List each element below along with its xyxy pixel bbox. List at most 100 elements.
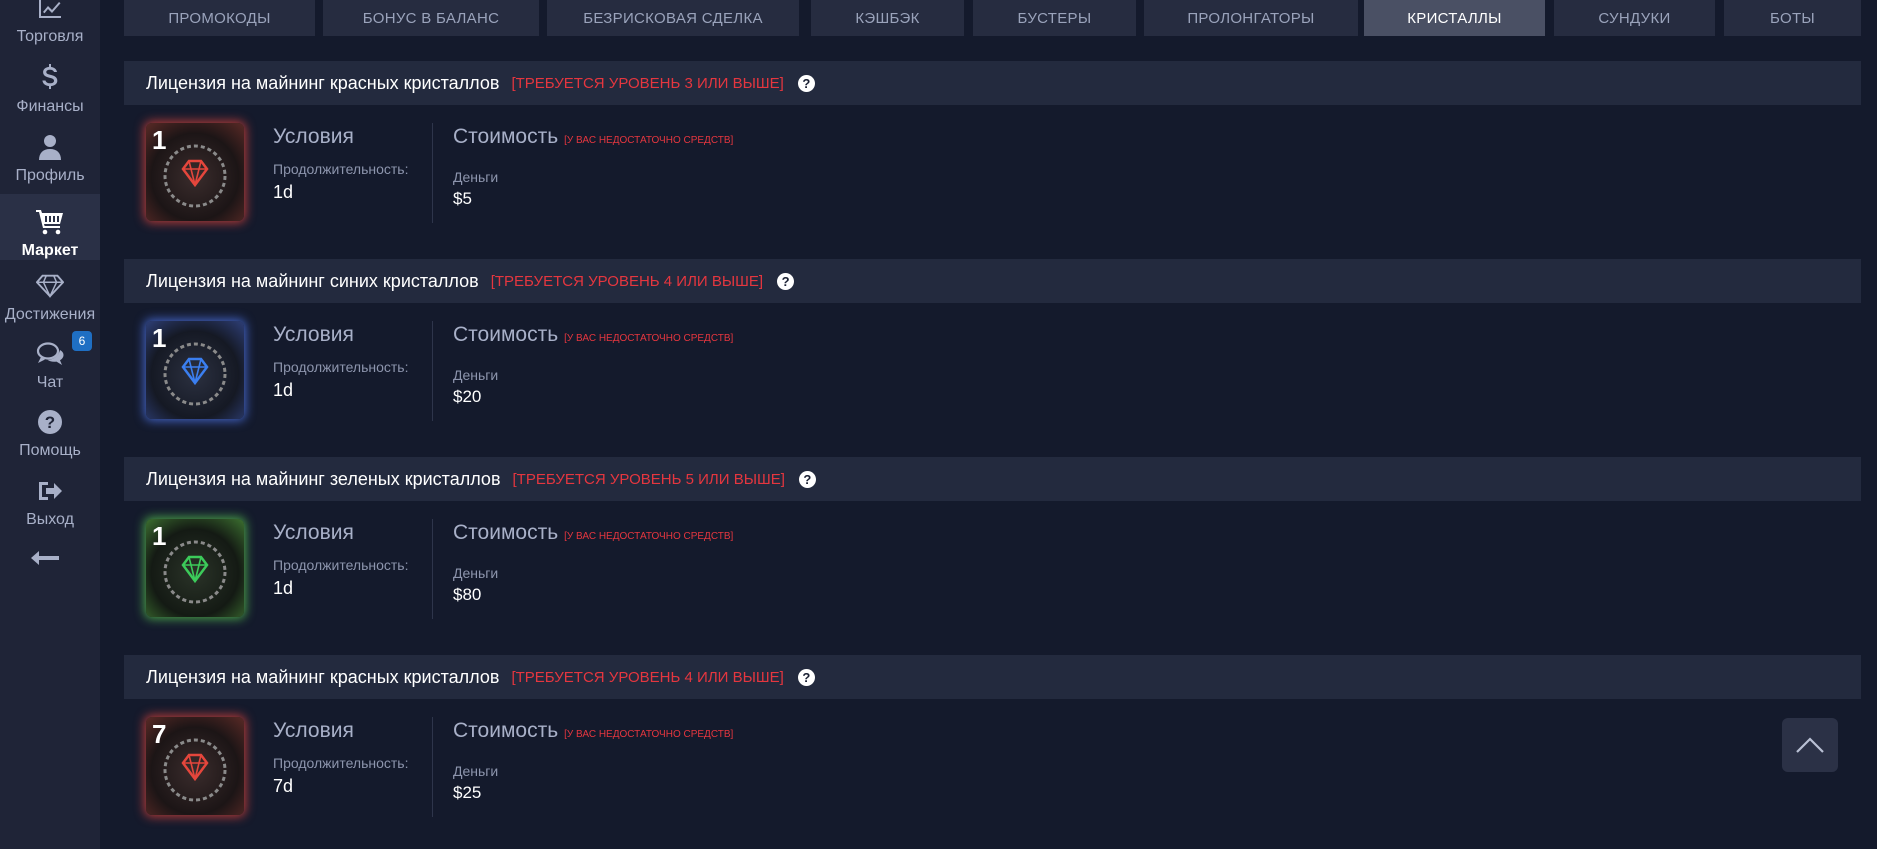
green-crystal-license-image[interactable]: 1 <box>146 519 244 617</box>
tab-riskfree-trade[interactable]: Безрисковая сделка <box>547 0 799 36</box>
help-icon[interactable]: ? <box>797 74 815 92</box>
card-title: Лицензия на майнинг зеленых кристаллов <box>146 468 501 489</box>
cost-title: Стоимость [у вас недостаточно средств] <box>453 323 733 347</box>
divider <box>432 321 433 421</box>
insufficient-funds-warning: [у вас недостаточно средств] <box>564 531 734 542</box>
sidebar-item-label: Торговля <box>16 28 84 45</box>
insufficient-funds-warning: [у вас недостаточно средств] <box>564 135 734 146</box>
diamond-icon <box>36 272 64 300</box>
duration-label: Продолжительность: <box>273 161 409 177</box>
divider <box>432 717 433 817</box>
license-card: Лицензия на майнинг зеленых кристаллов [… <box>124 457 1861 619</box>
conditions-title: Условия <box>273 125 354 148</box>
sidebar-item-label: Чат <box>36 374 64 391</box>
sidebar-item-achievements[interactable]: Достижения <box>0 258 100 324</box>
logout-icon <box>36 477 64 505</box>
cost-title: Стоимость [у вас недостаточно средств] <box>453 125 733 149</box>
green-gem-icon <box>163 540 227 604</box>
sidebar-item-market[interactable]: Маркет <box>0 194 100 260</box>
license-card: Лицензия на майнинг красных кристаллов [… <box>124 61 1861 223</box>
red-crystal-license-image[interactable]: 1 <box>146 123 244 221</box>
card-body: 1 Условия Продолжительность: 1d Стоимост… <box>124 501 1861 619</box>
duration-value: 7d <box>273 776 294 796</box>
sidebar-item-label: Выход <box>26 511 74 528</box>
card-title: Лицензия на майнинг синих кристаллов <box>146 270 479 291</box>
duration-label: Продолжительность: <box>273 557 409 573</box>
red-crystal-license-image[interactable]: 7 <box>146 717 244 815</box>
tab-crystals[interactable]: Кристаллы <box>1364 0 1545 36</box>
cost-title-text: Стоимость <box>453 521 559 544</box>
level-requirement: [ТРЕБУЕТСЯ УРОВЕНЬ 3 ИЛИ ВЫШЕ] <box>511 74 784 92</box>
help-icon[interactable]: ? <box>777 272 795 290</box>
cart-icon <box>36 208 64 236</box>
duration-value: 1d <box>273 380 294 400</box>
arrow-left-icon[interactable] <box>30 548 60 568</box>
duration-label: Продолжительность: <box>273 359 409 375</box>
card-header: Лицензия на майнинг зеленых кристаллов [… <box>124 457 1861 501</box>
help-circle-icon: ? <box>36 408 64 436</box>
user-icon <box>36 133 64 161</box>
chat-icon <box>36 340 64 368</box>
money-label: Деньги <box>453 763 499 779</box>
conditions-title: Условия <box>273 521 354 544</box>
chat-unread-badge: 6 <box>72 331 92 351</box>
price-value: $20 <box>453 387 482 406</box>
blue-crystal-license-image[interactable]: 1 <box>146 321 244 419</box>
tab-bots[interactable]: Боты <box>1724 0 1861 36</box>
license-card: Лицензия на майнинг красных кристаллов [… <box>124 655 1861 817</box>
cost-title: Стоимость [у вас недостаточно средств] <box>453 719 733 743</box>
conditions-title: Условия <box>273 323 354 346</box>
card-title: Лицензия на майнинг красных кристаллов <box>146 72 500 93</box>
tab-promocodes[interactable]: Промокоды <box>124 0 315 36</box>
divider <box>432 123 433 223</box>
sidebar-item-label: Профиль <box>15 167 85 184</box>
dollar-icon <box>36 64 64 92</box>
cost-title-text: Стоимость <box>453 323 559 346</box>
price-value: $25 <box>453 783 482 802</box>
divider <box>432 519 433 619</box>
sidebar: Торговля Финансы Профиль Маркет Достижен… <box>0 0 100 849</box>
sidebar-item-label: Достижения <box>4 306 96 323</box>
cost-title-text: Стоимость <box>453 719 559 742</box>
card-header: Лицензия на майнинг синих кристаллов [ТР… <box>124 259 1861 303</box>
duration-value: 1d <box>273 182 294 202</box>
tab-boosters[interactable]: Бустеры <box>973 0 1136 36</box>
tab-chests[interactable]: Сундуки <box>1554 0 1715 36</box>
card-title: Лицензия на майнинг красных кристаллов <box>146 666 500 687</box>
card-body: 7 Условия Продолжительность: 7d Стоимост… <box>124 699 1861 817</box>
sidebar-item-trading[interactable]: Торговля <box>0 0 100 46</box>
cost-title-text: Стоимость <box>453 125 559 148</box>
help-icon[interactable]: ? <box>797 668 815 686</box>
sidebar-item-help[interactable]: ? Помощь <box>0 394 100 460</box>
card-body: 1 Условия Продолжительность: 1d Стоимост… <box>124 303 1861 421</box>
sidebar-item-logout[interactable]: Выход <box>0 463 100 529</box>
tab-prolongators[interactable]: Пролонгаторы <box>1144 0 1358 36</box>
money-label: Деньги <box>453 367 499 383</box>
insufficient-funds-warning: [у вас недостаточно средств] <box>564 729 734 740</box>
cost-title: Стоимость [у вас недостаточно средств] <box>453 521 733 545</box>
card-header: Лицензия на майнинг красных кристаллов [… <box>124 655 1861 699</box>
tab-cashback[interactable]: Кэшбэк <box>811 0 964 36</box>
chart-line-icon <box>36 0 64 22</box>
chevron-up-icon <box>1796 737 1824 753</box>
level-requirement: [ТРЕБУЕТСЯ УРОВЕНЬ 4 ИЛИ ВЫШЕ] <box>490 272 764 290</box>
conditions-title: Условия <box>273 719 354 742</box>
sidebar-item-finance[interactable]: Финансы <box>0 50 100 116</box>
level-requirement: [ТРЕБУЕТСЯ УРОВЕНЬ 5 ИЛИ ВЫШЕ] <box>512 470 785 488</box>
help-icon[interactable]: ? <box>798 470 816 488</box>
blue-gem-icon <box>163 342 227 406</box>
sidebar-item-label: Финансы <box>16 98 84 115</box>
market-tabs: Промокоды Бонус в баланс Безрисковая сде… <box>124 0 1877 36</box>
insufficient-funds-warning: [у вас недостаточно средств] <box>564 333 734 344</box>
scroll-top-button[interactable] <box>1782 718 1838 772</box>
sidebar-item-profile[interactable]: Профиль <box>0 119 100 185</box>
price-value: $5 <box>453 189 472 208</box>
card-body: 1 Условия Продолжительность: 1d Стоимост… <box>124 105 1861 223</box>
svg-text:?: ? <box>45 413 55 432</box>
license-card: Лицензия на майнинг синих кристаллов [ТР… <box>124 259 1861 421</box>
red-gem-icon <box>163 144 227 208</box>
sidebar-item-label: Помощь <box>19 442 81 459</box>
tab-balance-bonus[interactable]: Бонус в баланс <box>323 0 539 36</box>
level-requirement: [ТРЕБУЕТСЯ УРОВЕНЬ 4 ИЛИ ВЫШЕ] <box>511 668 784 686</box>
price-value: $80 <box>453 585 482 604</box>
